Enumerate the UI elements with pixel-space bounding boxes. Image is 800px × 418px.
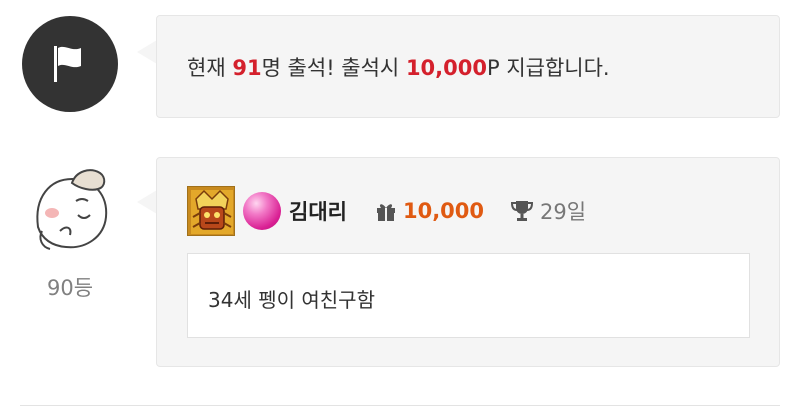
gift-icon <box>375 201 397 221</box>
level-badge-icon <box>187 186 235 236</box>
attendance-entry: 김대리 10,000 29일 34세 펭이 여친구함 <box>156 157 780 367</box>
pink-gem-icon <box>243 192 281 230</box>
divider <box>20 405 780 406</box>
comment-text: 34세 펭이 여친구함 <box>208 288 375 312</box>
nickname[interactable]: 김대리 <box>289 196 347 226</box>
trophy-icon <box>510 200 534 222</box>
attendance-notice: 현재 91명 출석! 출석시 10,000P 지급합니다. <box>156 15 780 118</box>
user-info: 김대리 10,000 29일 <box>187 186 586 236</box>
comment-box: 34세 펭이 여친구함 <box>187 253 750 338</box>
attendance-days: 29일 <box>540 200 587 224</box>
avatar[interactable] <box>20 157 120 257</box>
reward-amount: 10,000 <box>405 56 487 80</box>
notice-prefix: 현재 <box>187 56 233 80</box>
notice-text: 현재 91명 출석! 출석시 10,000P 지급합니다. <box>187 52 610 82</box>
notice-middle: 명 출석! 출석시 <box>261 56 406 80</box>
entry-bubble-tail <box>137 190 157 214</box>
flag-icon <box>22 16 118 112</box>
rank-label: 90등 <box>46 276 94 300</box>
notice-bubble-tail <box>137 40 157 64</box>
points-value: 10,000 <box>402 199 485 223</box>
notice-suffix: P 지급합니다. <box>486 56 610 80</box>
attendance-count: 91 <box>232 56 262 80</box>
